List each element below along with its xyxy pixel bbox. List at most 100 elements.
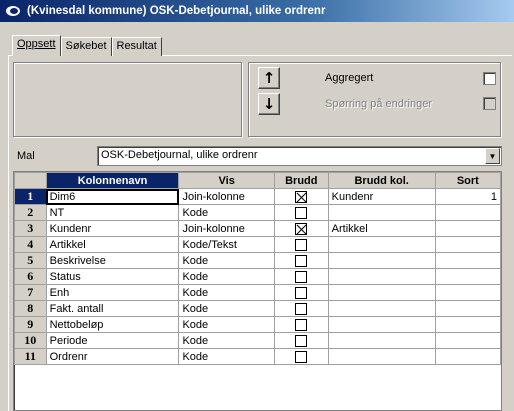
row-number[interactable]: 10 (14, 332, 47, 349)
cell-brudd-kol[interactable]: Artikkel (327, 220, 436, 237)
cell-vis[interactable]: Kode/Tekst (178, 236, 275, 253)
row-number[interactable]: 2 (14, 204, 47, 221)
brudd-checkbox[interactable] (295, 238, 308, 251)
brudd-checkbox[interactable] (295, 190, 308, 203)
cell-sort[interactable] (434, 220, 501, 237)
cell-brudd-kol[interactable] (327, 348, 436, 365)
row-number[interactable]: 4 (14, 236, 47, 253)
cell-brudd-kol[interactable] (327, 204, 436, 221)
col-header-kolonnenavn[interactable]: Kolonnenavn (45, 172, 180, 189)
brudd-checkbox[interactable] (295, 222, 308, 235)
table-row[interactable]: 1 Dim6 Join-kolonne Kundenr 1 (14, 188, 501, 205)
move-up-button[interactable]: ↑ (258, 67, 280, 89)
cell-brudd-kol[interactable] (327, 284, 436, 301)
cell-brudd[interactable] (273, 316, 329, 333)
cell-kolonnenavn[interactable]: NT (45, 204, 180, 221)
cell-brudd[interactable] (273, 348, 329, 365)
cell-brudd-kol[interactable] (327, 300, 436, 317)
sporring-checkbox[interactable] (483, 97, 496, 110)
col-header-brudd-kol[interactable]: Brudd kol. (327, 172, 436, 189)
cell-brudd[interactable] (273, 332, 329, 349)
cell-sort[interactable] (434, 204, 501, 221)
row-number[interactable]: 8 (14, 300, 47, 317)
cell-brudd[interactable] (273, 268, 329, 285)
cell-vis[interactable]: Kode (178, 204, 275, 221)
table-row[interactable]: 5 Beskrivelse Kode (14, 252, 501, 269)
cell-vis[interactable]: Kode (178, 284, 275, 301)
table-row[interactable]: 2 NT Kode (14, 204, 501, 221)
col-header-vis[interactable]: Vis (178, 172, 275, 189)
cell-sort[interactable] (434, 316, 501, 333)
cell-brudd[interactable] (273, 252, 329, 269)
dropdown-button[interactable]: ▼ (485, 148, 500, 164)
cell-brudd[interactable] (273, 188, 329, 205)
cell-vis[interactable]: Kode (178, 316, 275, 333)
col-header-brudd[interactable]: Brudd (273, 172, 329, 189)
columns-grid[interactable]: Kolonnenavn Vis Brudd Brudd kol. Sort 1D… (13, 171, 502, 411)
cell-kolonnenavn[interactable]: Artikkel (45, 236, 180, 253)
cell-sort[interactable] (434, 300, 501, 317)
cell-brudd[interactable] (273, 284, 329, 301)
cell-kolonnenavn[interactable]: Periode (45, 332, 180, 349)
cell-sort[interactable]: 1 (434, 188, 501, 205)
aggregert-checkbox[interactable] (483, 72, 496, 85)
brudd-checkbox[interactable] (295, 206, 308, 219)
table-row[interactable]: 4 Artikkel Kode/Tekst (14, 236, 501, 253)
brudd-checkbox[interactable] (295, 334, 308, 347)
brudd-checkbox[interactable] (295, 318, 308, 331)
cell-kolonnenavn[interactable]: Nettobeløp (45, 316, 180, 333)
table-row[interactable]: 8 Fakt. antall Kode (14, 300, 501, 317)
row-number[interactable]: 7 (14, 284, 47, 301)
cell-brudd[interactable] (273, 204, 329, 221)
cell-brudd-kol[interactable] (327, 332, 436, 349)
cell-sort[interactable] (434, 268, 501, 285)
table-row[interactable]: 11 Ordrenr Kode (14, 348, 501, 365)
cell-brudd-kol[interactable] (327, 268, 436, 285)
row-number[interactable]: 11 (14, 348, 47, 365)
col-header-sort[interactable]: Sort (434, 172, 501, 189)
brudd-checkbox[interactable] (295, 350, 308, 363)
table-row[interactable]: 7 Enh Kode (14, 284, 501, 301)
cell-brudd-kol[interactable]: Kundenr (327, 188, 436, 205)
cell-vis[interactable]: Kode (178, 348, 275, 365)
tab-resultat[interactable]: Resultat (111, 37, 162, 56)
table-row[interactable]: 10 Periode Kode (14, 332, 501, 349)
cell-brudd-kol[interactable] (327, 316, 436, 333)
cell-sort[interactable] (434, 252, 501, 269)
tab-sokebet[interactable]: Søkebet (60, 37, 112, 56)
move-down-button[interactable]: ↓ (258, 93, 280, 115)
cell-kolonnenavn[interactable]: Kundenr (45, 220, 180, 237)
tab-oppsett[interactable]: Oppsett (12, 35, 61, 56)
brudd-checkbox[interactable] (295, 270, 308, 283)
cell-kolonnenavn[interactable]: Status (45, 268, 180, 285)
grid-corner[interactable] (14, 172, 47, 189)
cell-brudd[interactable] (273, 220, 329, 237)
table-row[interactable]: 3 Kundenr Join-kolonne Artikkel (14, 220, 501, 237)
row-number[interactable]: 1 (14, 188, 47, 205)
cell-vis[interactable]: Join-kolonne (178, 220, 275, 237)
cell-vis[interactable]: Kode (178, 300, 275, 317)
brudd-checkbox[interactable] (295, 254, 308, 267)
cell-vis[interactable]: Join-kolonne (178, 188, 275, 205)
cell-vis[interactable]: Kode (178, 332, 275, 349)
mal-select[interactable]: OSK-Debetjournal, ulike ordrenr ▼ (97, 146, 502, 166)
cell-kolonnenavn[interactable]: Ordrenr (45, 348, 180, 365)
row-number[interactable]: 3 (14, 220, 47, 237)
cell-brudd-kol[interactable] (327, 252, 436, 269)
table-row[interactable]: 9 Nettobeløp Kode (14, 316, 501, 333)
cell-vis[interactable]: Kode (178, 252, 275, 269)
cell-brudd-kol[interactable] (327, 236, 436, 253)
brudd-checkbox[interactable] (295, 286, 308, 299)
cell-sort[interactable] (434, 284, 501, 301)
cell-sort[interactable] (434, 332, 501, 349)
cell-sort[interactable] (434, 348, 501, 365)
cell-sort[interactable] (434, 236, 501, 253)
cell-kolonnenavn[interactable]: Fakt. antall (45, 300, 180, 317)
table-row[interactable]: 6 Status Kode (14, 268, 501, 285)
cell-kolonnenavn[interactable]: Dim6 (45, 188, 180, 205)
row-number[interactable]: 5 (14, 252, 47, 269)
cell-brudd[interactable] (273, 300, 329, 317)
cell-kolonnenavn[interactable]: Enh (45, 284, 180, 301)
row-number[interactable]: 6 (14, 268, 47, 285)
cell-vis[interactable]: Kode (178, 268, 275, 285)
